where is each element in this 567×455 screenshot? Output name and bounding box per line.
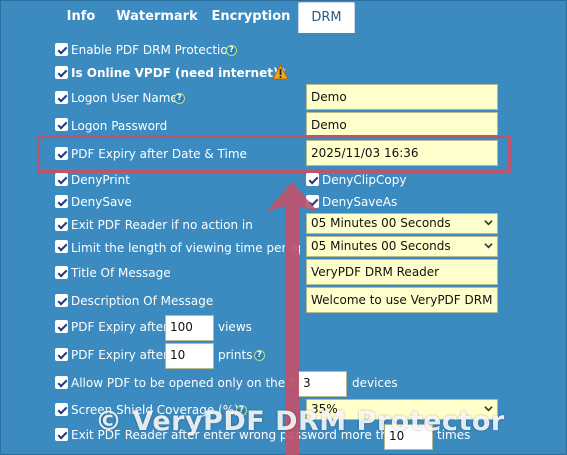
expiry-prints-label: PDF Expiry after	[71, 348, 169, 362]
deny-clipcopy-label: DenyClipCopy	[322, 173, 407, 187]
limit-viewing-checkbox[interactable]	[55, 240, 68, 253]
watermark-text: © VeryPDF DRM Protector	[95, 406, 505, 437]
help-icon[interactable]: ?	[174, 93, 185, 104]
wrong-password-checkbox[interactable]	[55, 428, 68, 441]
exit-no-action-value: 05 Minutes 00 Seconds	[311, 216, 451, 230]
expiry-views-label: PDF Expiry after	[71, 320, 169, 334]
description-message-label: Description Of Message	[71, 294, 214, 308]
devices-unit: devices	[352, 376, 398, 390]
logon-user-label: Logon User Name	[71, 91, 178, 105]
description-message-input[interactable]: Welcome to use VeryPDF DRM Reader	[306, 287, 498, 313]
title-message-input[interactable]: VeryPDF DRM Reader	[306, 259, 498, 285]
exit-no-action-select[interactable]: 05 Minutes 00 Seconds	[306, 213, 498, 234]
deny-print-checkbox[interactable]	[55, 173, 68, 186]
enable-drm-checkbox[interactable]	[55, 43, 68, 56]
chevron-down-icon	[484, 243, 493, 249]
limit-viewing-select[interactable]: 05 Minutes 00 Seconds	[306, 236, 498, 257]
tab-info[interactable]: Info	[58, 2, 104, 32]
help-icon[interactable]: ?	[226, 45, 237, 56]
deny-saveas-label: DenySaveAs	[322, 195, 398, 209]
title-message-label: Title Of Message	[71, 266, 171, 280]
logon-user-input[interactable]: Demo	[306, 84, 498, 110]
chevron-down-icon	[484, 220, 493, 226]
devices-checkbox[interactable]	[55, 376, 68, 389]
expiry-views-input[interactable]: 100	[165, 315, 214, 341]
tab-encryption[interactable]: Encryption	[210, 2, 292, 32]
expiry-prints-checkbox[interactable]	[55, 348, 68, 361]
logon-password-checkbox[interactable]	[55, 118, 68, 131]
description-message-checkbox[interactable]	[55, 294, 68, 307]
logon-user-checkbox[interactable]	[55, 91, 68, 104]
deny-save-checkbox[interactable]	[55, 195, 68, 208]
highlight-box	[37, 135, 511, 173]
warning-icon	[272, 64, 289, 80]
screen-shield-checkbox[interactable]	[55, 403, 68, 416]
tab-bar: Info Watermark Encryption DRM	[0, 0, 567, 34]
tab-drm[interactable]: DRM	[298, 2, 355, 33]
expiry-views-checkbox[interactable]	[55, 320, 68, 333]
limit-viewing-value: 05 Minutes 00 Seconds	[311, 239, 451, 253]
expiry-prints-unit: prints	[218, 348, 253, 362]
enable-drm-label: Enable PDF DRM Protection	[71, 43, 236, 57]
deny-save-label: DenySave	[71, 195, 132, 209]
deny-print-label: DenyPrint	[71, 173, 130, 187]
online-vpdf-checkbox[interactable]	[55, 66, 68, 79]
title-message-checkbox[interactable]	[55, 266, 68, 279]
expiry-views-unit: views	[218, 320, 252, 334]
tab-watermark[interactable]: Watermark	[116, 2, 198, 32]
exit-no-action-label: Exit PDF Reader if no action in	[71, 218, 253, 232]
exit-no-action-checkbox[interactable]	[55, 218, 68, 231]
expiry-prints-input[interactable]: 10	[165, 343, 214, 369]
logon-password-label: Logon Password	[71, 119, 168, 133]
online-vpdf-label: Is Online VPDF (need internet)?	[71, 66, 286, 80]
